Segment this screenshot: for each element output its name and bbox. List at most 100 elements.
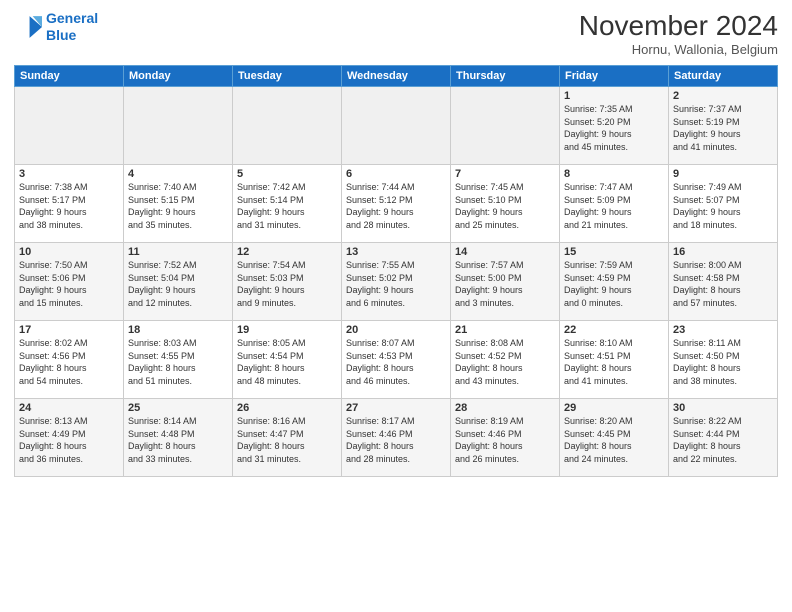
day-number: 5 <box>237 168 337 180</box>
day-info: Sunrise: 7:38 AM Sunset: 5:17 PM Dayligh… <box>19 181 119 231</box>
calendar-header-saturday: Saturday <box>669 66 778 87</box>
calendar-cell: 3Sunrise: 7:38 AM Sunset: 5:17 PM Daylig… <box>15 165 124 243</box>
calendar-week-4: 17Sunrise: 8:02 AM Sunset: 4:56 PM Dayli… <box>15 321 778 399</box>
day-number: 10 <box>19 246 119 258</box>
calendar-cell: 22Sunrise: 8:10 AM Sunset: 4:51 PM Dayli… <box>560 321 669 399</box>
day-number: 21 <box>455 324 555 336</box>
day-info: Sunrise: 7:57 AM Sunset: 5:00 PM Dayligh… <box>455 259 555 309</box>
calendar-cell <box>124 87 233 165</box>
calendar-cell: 29Sunrise: 8:20 AM Sunset: 4:45 PM Dayli… <box>560 399 669 477</box>
day-info: Sunrise: 8:03 AM Sunset: 4:55 PM Dayligh… <box>128 337 228 387</box>
logo-general: General <box>46 10 98 26</box>
calendar-cell: 14Sunrise: 7:57 AM Sunset: 5:00 PM Dayli… <box>451 243 560 321</box>
day-info: Sunrise: 8:22 AM Sunset: 4:44 PM Dayligh… <box>673 415 773 465</box>
day-number: 19 <box>237 324 337 336</box>
day-info: Sunrise: 8:14 AM Sunset: 4:48 PM Dayligh… <box>128 415 228 465</box>
day-info: Sunrise: 7:54 AM Sunset: 5:03 PM Dayligh… <box>237 259 337 309</box>
location: Hornu, Wallonia, Belgium <box>579 42 778 57</box>
calendar-header-thursday: Thursday <box>451 66 560 87</box>
day-info: Sunrise: 7:49 AM Sunset: 5:07 PM Dayligh… <box>673 181 773 231</box>
calendar-cell: 21Sunrise: 8:08 AM Sunset: 4:52 PM Dayli… <box>451 321 560 399</box>
calendar-cell: 1Sunrise: 7:35 AM Sunset: 5:20 PM Daylig… <box>560 87 669 165</box>
day-number: 15 <box>564 246 664 258</box>
calendar-cell <box>342 87 451 165</box>
day-info: Sunrise: 8:00 AM Sunset: 4:58 PM Dayligh… <box>673 259 773 309</box>
day-number: 11 <box>128 246 228 258</box>
calendar-cell: 8Sunrise: 7:47 AM Sunset: 5:09 PM Daylig… <box>560 165 669 243</box>
day-number: 12 <box>237 246 337 258</box>
calendar-week-1: 1Sunrise: 7:35 AM Sunset: 5:20 PM Daylig… <box>15 87 778 165</box>
calendar-cell: 11Sunrise: 7:52 AM Sunset: 5:04 PM Dayli… <box>124 243 233 321</box>
calendar-cell: 20Sunrise: 8:07 AM Sunset: 4:53 PM Dayli… <box>342 321 451 399</box>
day-info: Sunrise: 8:05 AM Sunset: 4:54 PM Dayligh… <box>237 337 337 387</box>
day-info: Sunrise: 7:45 AM Sunset: 5:10 PM Dayligh… <box>455 181 555 231</box>
calendar-cell: 17Sunrise: 8:02 AM Sunset: 4:56 PM Dayli… <box>15 321 124 399</box>
day-number: 30 <box>673 402 773 414</box>
day-info: Sunrise: 7:55 AM Sunset: 5:02 PM Dayligh… <box>346 259 446 309</box>
day-info: Sunrise: 7:42 AM Sunset: 5:14 PM Dayligh… <box>237 181 337 231</box>
day-number: 22 <box>564 324 664 336</box>
calendar-cell: 12Sunrise: 7:54 AM Sunset: 5:03 PM Dayli… <box>233 243 342 321</box>
logo-icon <box>14 13 42 41</box>
day-number: 29 <box>564 402 664 414</box>
day-info: Sunrise: 7:52 AM Sunset: 5:04 PM Dayligh… <box>128 259 228 309</box>
day-info: Sunrise: 8:13 AM Sunset: 4:49 PM Dayligh… <box>19 415 119 465</box>
calendar-cell: 10Sunrise: 7:50 AM Sunset: 5:06 PM Dayli… <box>15 243 124 321</box>
day-info: Sunrise: 7:47 AM Sunset: 5:09 PM Dayligh… <box>564 181 664 231</box>
day-number: 23 <box>673 324 773 336</box>
calendar-header-sunday: Sunday <box>15 66 124 87</box>
logo-text: General Blue <box>46 10 98 44</box>
header: General Blue November 2024 Hornu, Wallon… <box>14 10 778 57</box>
day-info: Sunrise: 8:10 AM Sunset: 4:51 PM Dayligh… <box>564 337 664 387</box>
day-number: 26 <box>237 402 337 414</box>
day-number: 1 <box>564 90 664 102</box>
calendar-cell <box>15 87 124 165</box>
calendar-header-tuesday: Tuesday <box>233 66 342 87</box>
calendar-header-wednesday: Wednesday <box>342 66 451 87</box>
day-info: Sunrise: 8:02 AM Sunset: 4:56 PM Dayligh… <box>19 337 119 387</box>
day-info: Sunrise: 8:16 AM Sunset: 4:47 PM Dayligh… <box>237 415 337 465</box>
day-info: Sunrise: 8:08 AM Sunset: 4:52 PM Dayligh… <box>455 337 555 387</box>
calendar-cell: 16Sunrise: 8:00 AM Sunset: 4:58 PM Dayli… <box>669 243 778 321</box>
calendar-week-5: 24Sunrise: 8:13 AM Sunset: 4:49 PM Dayli… <box>15 399 778 477</box>
day-number: 13 <box>346 246 446 258</box>
day-info: Sunrise: 7:44 AM Sunset: 5:12 PM Dayligh… <box>346 181 446 231</box>
day-number: 9 <box>673 168 773 180</box>
day-number: 8 <box>564 168 664 180</box>
calendar-cell: 15Sunrise: 7:59 AM Sunset: 4:59 PM Dayli… <box>560 243 669 321</box>
day-info: Sunrise: 7:40 AM Sunset: 5:15 PM Dayligh… <box>128 181 228 231</box>
day-info: Sunrise: 8:17 AM Sunset: 4:46 PM Dayligh… <box>346 415 446 465</box>
calendar-cell: 2Sunrise: 7:37 AM Sunset: 5:19 PM Daylig… <box>669 87 778 165</box>
logo-blue: Blue <box>46 27 76 43</box>
calendar-week-2: 3Sunrise: 7:38 AM Sunset: 5:17 PM Daylig… <box>15 165 778 243</box>
calendar-header-row: SundayMondayTuesdayWednesdayThursdayFrid… <box>15 66 778 87</box>
day-number: 3 <box>19 168 119 180</box>
calendar-cell: 9Sunrise: 7:49 AM Sunset: 5:07 PM Daylig… <box>669 165 778 243</box>
day-number: 20 <box>346 324 446 336</box>
day-number: 18 <box>128 324 228 336</box>
calendar-cell: 27Sunrise: 8:17 AM Sunset: 4:46 PM Dayli… <box>342 399 451 477</box>
day-number: 7 <box>455 168 555 180</box>
calendar-cell: 18Sunrise: 8:03 AM Sunset: 4:55 PM Dayli… <box>124 321 233 399</box>
day-info: Sunrise: 7:50 AM Sunset: 5:06 PM Dayligh… <box>19 259 119 309</box>
calendar-cell: 23Sunrise: 8:11 AM Sunset: 4:50 PM Dayli… <box>669 321 778 399</box>
calendar-week-3: 10Sunrise: 7:50 AM Sunset: 5:06 PM Dayli… <box>15 243 778 321</box>
day-number: 4 <box>128 168 228 180</box>
day-info: Sunrise: 8:11 AM Sunset: 4:50 PM Dayligh… <box>673 337 773 387</box>
month-title: November 2024 <box>579 10 778 42</box>
day-info: Sunrise: 8:19 AM Sunset: 4:46 PM Dayligh… <box>455 415 555 465</box>
calendar-cell: 25Sunrise: 8:14 AM Sunset: 4:48 PM Dayli… <box>124 399 233 477</box>
calendar-header-friday: Friday <box>560 66 669 87</box>
day-number: 28 <box>455 402 555 414</box>
calendar: SundayMondayTuesdayWednesdayThursdayFrid… <box>14 65 778 477</box>
day-number: 17 <box>19 324 119 336</box>
calendar-cell: 24Sunrise: 8:13 AM Sunset: 4:49 PM Dayli… <box>15 399 124 477</box>
day-number: 25 <box>128 402 228 414</box>
calendar-cell: 30Sunrise: 8:22 AM Sunset: 4:44 PM Dayli… <box>669 399 778 477</box>
day-number: 2 <box>673 90 773 102</box>
day-info: Sunrise: 7:35 AM Sunset: 5:20 PM Dayligh… <box>564 103 664 153</box>
day-info: Sunrise: 7:59 AM Sunset: 4:59 PM Dayligh… <box>564 259 664 309</box>
calendar-cell <box>451 87 560 165</box>
title-block: November 2024 Hornu, Wallonia, Belgium <box>579 10 778 57</box>
calendar-header-monday: Monday <box>124 66 233 87</box>
